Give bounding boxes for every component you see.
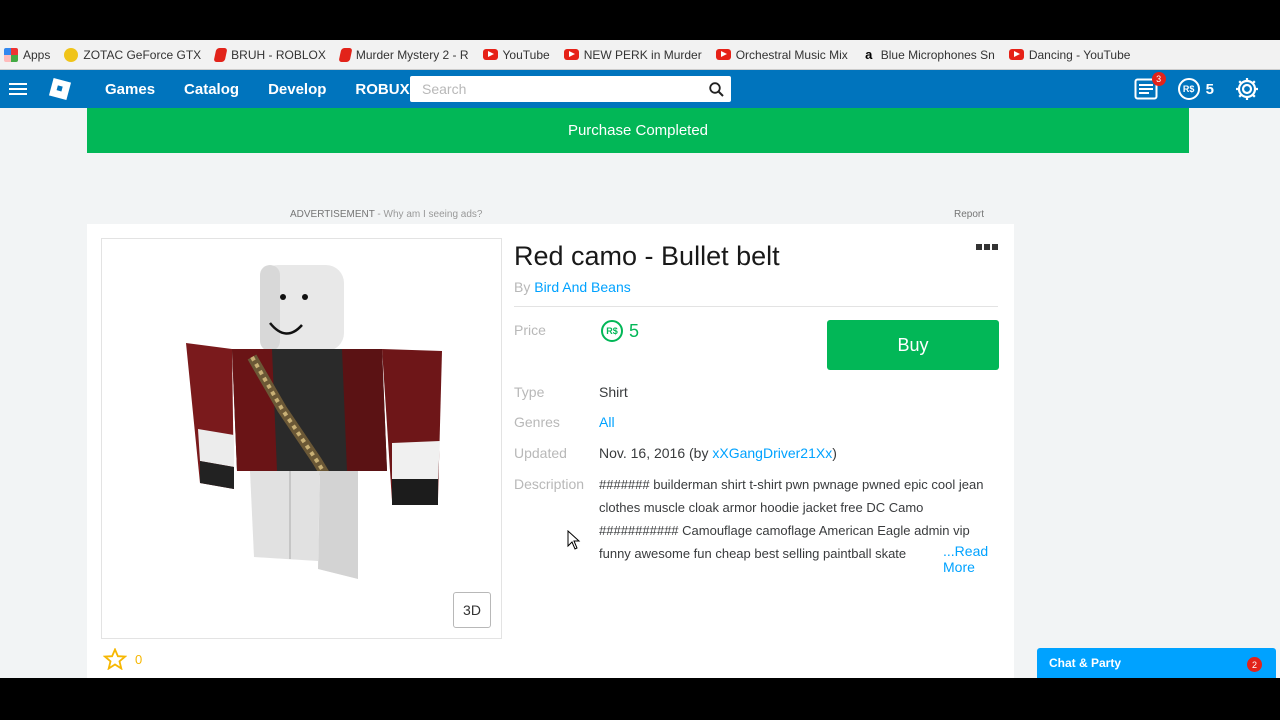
- messages-icon[interactable]: 3: [1134, 72, 1166, 100]
- bookmark-zotac[interactable]: ZOTAC GeForce GTX: [64, 47, 201, 62]
- divider: [514, 306, 998, 307]
- bookmark-orchestral[interactable]: Orchestral Music Mix: [715, 48, 848, 62]
- youtube-icon: [482, 49, 498, 60]
- bookmarks-bar: Apps ZOTAC GeForce GTX BRUH - ROBLOX Mur…: [0, 40, 1280, 70]
- read-more-link[interactable]: ...Read More: [933, 543, 1014, 575]
- menu-icon[interactable]: [9, 80, 27, 98]
- bookmark-apps[interactable]: Apps: [4, 47, 50, 62]
- search-box: [410, 76, 731, 102]
- youtube-icon: [715, 49, 731, 60]
- price-amount: 5: [629, 320, 640, 341]
- description-label: Description: [514, 476, 585, 492]
- robux-icon: R$: [1177, 78, 1200, 100]
- browser-viewport: Apps ZOTAC GeForce GTX BRUH - ROBLOX Mur…: [0, 40, 1280, 678]
- bookmark-bruh-roblox[interactable]: BRUH - ROBLOX: [213, 47, 326, 62]
- updated-value: Nov. 16, 2016 (by xXGangDriver21Xx): [599, 445, 837, 461]
- bookmark-youtube[interactable]: YouTube: [482, 48, 550, 62]
- apps-icon: [4, 47, 18, 62]
- nav-right: 3 R$ 5: [1134, 70, 1280, 108]
- item-price: R$ 5: [601, 320, 639, 342]
- chat-label: Chat & Party: [1049, 656, 1122, 670]
- bookmark-new-perk[interactable]: NEW PERK in Murder: [563, 48, 702, 62]
- gear-icon[interactable]: [1234, 76, 1260, 102]
- purchase-completed-banner: Purchase Completed: [87, 108, 1189, 153]
- more-options-icon[interactable]: [976, 244, 1000, 250]
- item-byline: By Bird And Beans: [514, 279, 631, 295]
- bookmark-blue-microphones[interactable]: a Blue Microphones Sn: [862, 46, 995, 62]
- buy-button[interactable]: Buy: [827, 320, 999, 370]
- star-icon: [103, 648, 127, 670]
- avatar-image: [186, 265, 442, 579]
- banner-text: Purchase Completed: [567, 122, 709, 139]
- search-icon[interactable]: [701, 76, 731, 102]
- genre-link[interactable]: All: [599, 414, 615, 430]
- youtube-icon: [1008, 49, 1024, 60]
- genres-label: Genres: [514, 414, 560, 430]
- view-3d-button[interactable]: 3D: [453, 592, 491, 628]
- item-title: Red camo - Bullet belt: [514, 241, 780, 271]
- updated-label: Updated: [514, 445, 567, 461]
- nav-games[interactable]: Games: [105, 81, 155, 98]
- roblox-logo-icon[interactable]: [48, 77, 72, 101]
- chat-badge: 2: [1247, 657, 1262, 672]
- item-thumbnail: 3D: [101, 238, 502, 639]
- robux-balance[interactable]: R$ 5: [1177, 78, 1214, 100]
- chat-party-bar[interactable]: Chat & Party 2: [1037, 648, 1276, 678]
- zotac-icon: [64, 47, 79, 62]
- type-value: Shirt: [599, 384, 628, 400]
- youtube-icon: [563, 49, 579, 60]
- advertisement-label: ADVERTISEMENT - Why am I seeing ads?: [290, 209, 483, 220]
- favorite-count: 0: [135, 651, 143, 667]
- mouse-cursor-icon: [567, 529, 581, 555]
- price-label: Price: [514, 322, 546, 338]
- bookmark-dancing[interactable]: Dancing - YouTube: [1008, 48, 1130, 62]
- messages-badge: 3: [1151, 72, 1166, 86]
- creator-link[interactable]: Bird And Beans: [534, 279, 631, 295]
- top-navigation: Games Catalog Develop ROBUX 3 R$ 5: [0, 70, 1280, 108]
- search-input[interactable]: [410, 77, 701, 101]
- nav-catalog[interactable]: Catalog: [184, 81, 239, 98]
- nav-develop[interactable]: Develop: [268, 81, 326, 98]
- why-ads-link[interactable]: - Why am I seeing ads?: [375, 209, 482, 220]
- amazon-icon: a: [865, 46, 873, 62]
- robux-amount: 5: [1205, 80, 1214, 98]
- roblox-icon: [213, 47, 228, 62]
- robux-icon: R$: [601, 320, 623, 342]
- nav-robux[interactable]: ROBUX: [355, 81, 409, 98]
- favorite-button[interactable]: 0: [103, 648, 142, 670]
- roblox-icon: [338, 47, 353, 62]
- item-details: 3D 0 Red camo - Bullet belt By Bird And …: [87, 224, 1014, 678]
- type-label: Type: [514, 384, 545, 400]
- updater-link[interactable]: xXGangDriver21Xx: [712, 445, 832, 461]
- bookmark-murder-mystery[interactable]: Murder Mystery 2 - R: [338, 47, 469, 62]
- report-ad-link[interactable]: Report: [954, 209, 984, 220]
